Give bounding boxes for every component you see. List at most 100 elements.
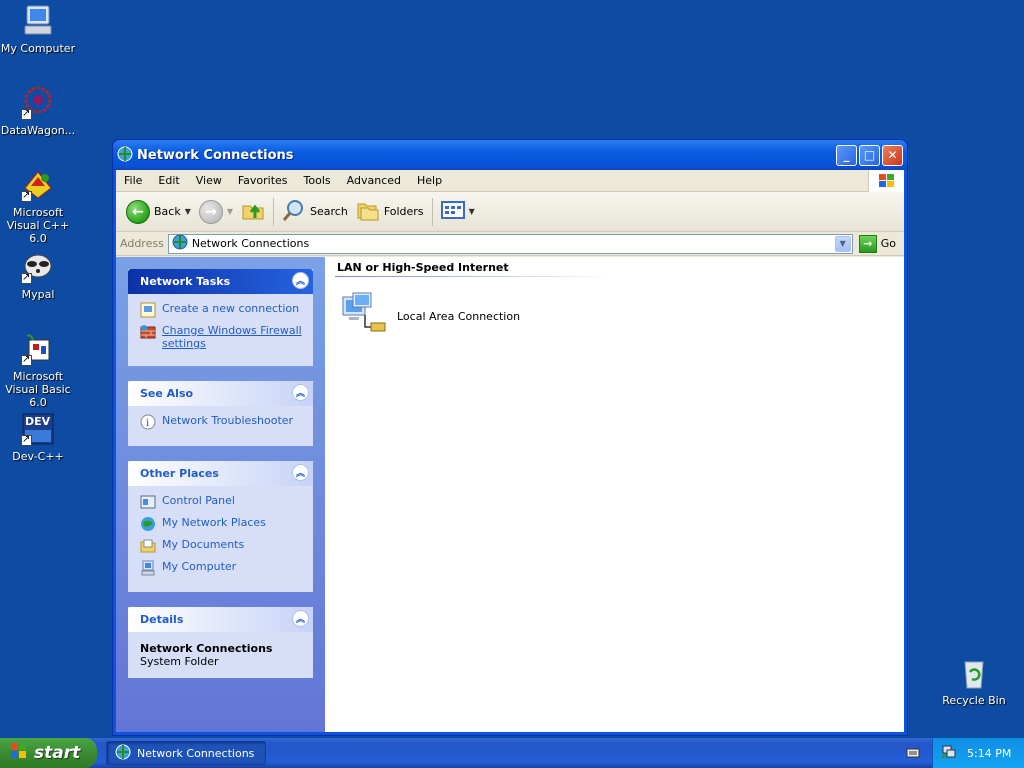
forward-arrow-icon: → (198, 199, 223, 224)
views-button[interactable]: ▼ (437, 196, 479, 228)
menu-favorites[interactable]: Favorites (230, 174, 296, 187)
close-icon: ✕ (887, 148, 898, 162)
shortcut-arrow-icon (21, 271, 32, 284)
network-tray-icon[interactable] (941, 744, 957, 763)
change-firewall-settings-link[interactable]: Change Windows Firewall settings (140, 324, 305, 350)
network-connections-icon (117, 146, 133, 165)
start-button[interactable]: start (0, 738, 97, 768)
keyboard-icon[interactable] (906, 745, 920, 759)
system-tray: 5:14 PM (932, 738, 1024, 768)
menu-file[interactable]: File (116, 174, 150, 187)
minimize-button[interactable]: _ (836, 144, 857, 166)
control-panel-link[interactable]: Control Panel (140, 494, 305, 510)
taskbar-button-network-connections[interactable]: Network Connections (106, 741, 266, 765)
mypal-raccoon-icon (21, 250, 55, 284)
desktop-icon-visual-cpp[interactable]: Microsoft Visual C++ 6.0 (0, 168, 78, 245)
info-icon: i (140, 414, 156, 430)
address-dropdown-button[interactable]: ▼ (834, 235, 851, 252)
collapse-chevron-icon[interactable]: ︽ (292, 384, 309, 401)
other-places-title: Other Places (140, 467, 219, 480)
shortcut-arrow-icon (21, 189, 32, 202)
up-folder-button[interactable] (237, 196, 269, 228)
folders-label: Folders (383, 205, 424, 218)
network-tasks-header[interactable]: Network Tasks ︽ (128, 269, 313, 294)
collapse-chevron-icon[interactable]: ︽ (292, 610, 309, 627)
see-also-header[interactable]: See Also ︽ (128, 381, 313, 406)
network-troubleshooter-link[interactable]: i Network Troubleshooter (140, 414, 305, 430)
network-troubleshooter-label: Network Troubleshooter (162, 414, 294, 427)
dev-cpp-icon: DEV (21, 412, 55, 446)
go-button[interactable]: → Go (853, 234, 904, 253)
chevron-down-icon: ▼ (468, 207, 475, 216)
recycle-bin-icon (957, 656, 991, 690)
create-new-connection-label: Create a new connection (162, 302, 300, 315)
address-value: Network Connections (191, 237, 310, 250)
folders-icon (356, 198, 380, 225)
desktop-icon-datawagon[interactable]: DataWagon... (0, 86, 78, 137)
change-firewall-settings-label: Change Windows Firewall settings (162, 324, 302, 350)
desktop-icon-dev-cpp[interactable]: DEV Dev-C++ (0, 412, 78, 463)
details-panel: Details ︽ Network Connections System Fol… (128, 607, 313, 678)
desktop-icon-label: My Computer (0, 42, 76, 55)
address-input[interactable]: Network Connections ▼ (167, 233, 853, 254)
back-label: Back (154, 205, 181, 218)
maximize-button[interactable]: □ (859, 144, 880, 166)
desktop-icon-recycle-bin[interactable]: Recycle Bin (934, 656, 1014, 707)
windows-flag-icon (868, 170, 904, 192)
task-pane: Network Tasks ︽ Create a new connection (116, 257, 325, 732)
search-icon (282, 198, 306, 225)
see-also-panel: See Also ︽ i Network Troubleshooter (128, 381, 313, 446)
window-titlebar[interactable]: Network Connections _ □ ✕ (113, 140, 907, 170)
my-computer-link[interactable]: My Computer (140, 560, 305, 576)
menu-edit[interactable]: Edit (150, 174, 187, 187)
collapse-chevron-icon[interactable]: ︽ (292, 464, 309, 481)
details-type: System Folder (140, 655, 219, 668)
other-places-header[interactable]: Other Places ︽ (128, 461, 313, 486)
chevron-down-icon: ▼ (226, 207, 234, 216)
search-label: Search (310, 205, 348, 218)
my-network-places-link[interactable]: My Network Places (140, 516, 305, 532)
search-button[interactable]: Search (278, 196, 352, 228)
desktop-icon-label: DataWagon... (0, 124, 76, 137)
firewall-icon (140, 324, 156, 340)
menu-advanced[interactable]: Advanced (339, 174, 409, 187)
other-places-panel: Other Places ︽ Control Panel My Network … (128, 461, 313, 592)
local-area-connection-item[interactable]: Local Area Connection (339, 291, 520, 342)
shortcut-arrow-icon (21, 433, 32, 446)
network-connections-icon (172, 234, 188, 253)
content-area: LAN or High-Speed Internet Local Area Co… (325, 257, 904, 732)
desktop-icon-visual-basic[interactable]: Microsoft Visual Basic 6.0 (0, 332, 78, 409)
dev-icon-text: DEV (25, 415, 51, 428)
menu-tools[interactable]: Tools (296, 174, 339, 187)
taskbar-button-label: Network Connections (137, 746, 255, 760)
desktop-icon-my-computer[interactable]: My Computer (0, 4, 78, 55)
desktop-icon-mypal[interactable]: Mypal (0, 250, 78, 301)
datawagon-icon (21, 86, 55, 120)
network-places-icon (140, 516, 156, 532)
start-label: start (34, 743, 81, 763)
menu-view[interactable]: View (188, 174, 230, 187)
forward-button[interactable]: → ▼ (195, 196, 237, 228)
network-tasks-title: Network Tasks (140, 275, 231, 288)
collapse-chevron-icon[interactable]: ︽ (292, 272, 309, 289)
folders-button[interactable]: Folders (352, 196, 428, 228)
create-new-connection-link[interactable]: Create a new connection (140, 302, 305, 318)
toolbar-separator (273, 197, 275, 226)
desktop-icon-label: Recycle Bin (942, 694, 1006, 707)
details-header[interactable]: Details ︽ (128, 607, 313, 632)
desktop-icon-label: Microsoft Visual C++ 6.0 (6, 206, 70, 245)
my-documents-label: My Documents (162, 538, 245, 551)
address-label: Address (120, 237, 164, 250)
network-connections-window: Network Connections _ □ ✕ File Edit View… (112, 139, 908, 736)
go-arrow-icon: → (858, 234, 877, 253)
menu-help[interactable]: Help (409, 174, 450, 187)
go-label: Go (880, 237, 896, 250)
group-header: LAN or High-Speed Internet (337, 261, 509, 274)
close-button[interactable]: ✕ (882, 144, 903, 166)
my-documents-link[interactable]: My Documents (140, 538, 305, 554)
back-button[interactable]: ← Back ▼ (122, 196, 195, 228)
visual-cpp-icon (21, 168, 55, 202)
clock[interactable]: 5:14 PM (967, 747, 1011, 760)
control-panel-icon (140, 494, 156, 510)
back-arrow-icon: ← (126, 199, 150, 224)
